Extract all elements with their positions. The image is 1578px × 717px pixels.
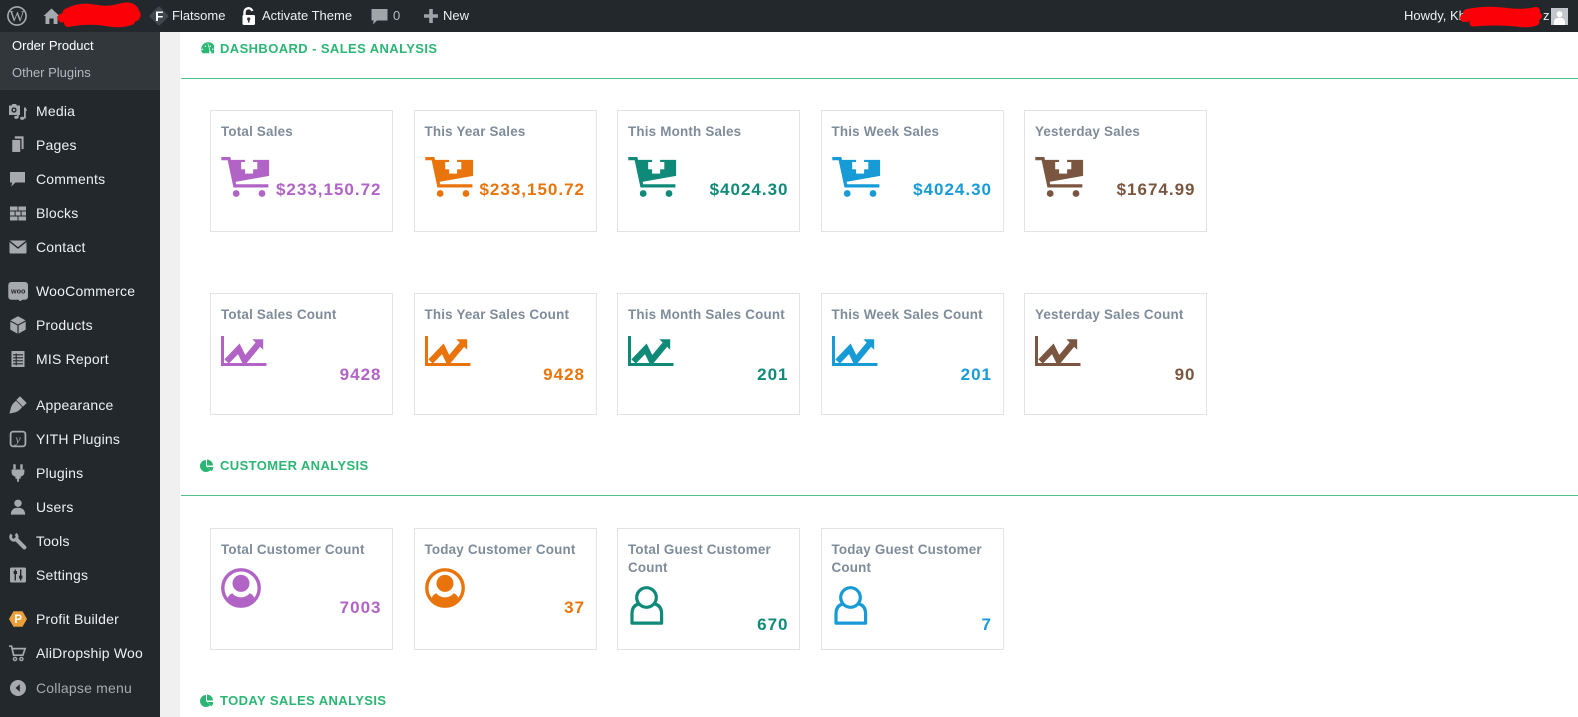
svg-text:W: W <box>9 8 25 25</box>
svg-text:woo: woo <box>10 287 26 296</box>
svg-text:F: F <box>155 9 163 24</box>
svg-text:y: y <box>14 432 21 446</box>
svg-text:P: P <box>14 614 22 626</box>
